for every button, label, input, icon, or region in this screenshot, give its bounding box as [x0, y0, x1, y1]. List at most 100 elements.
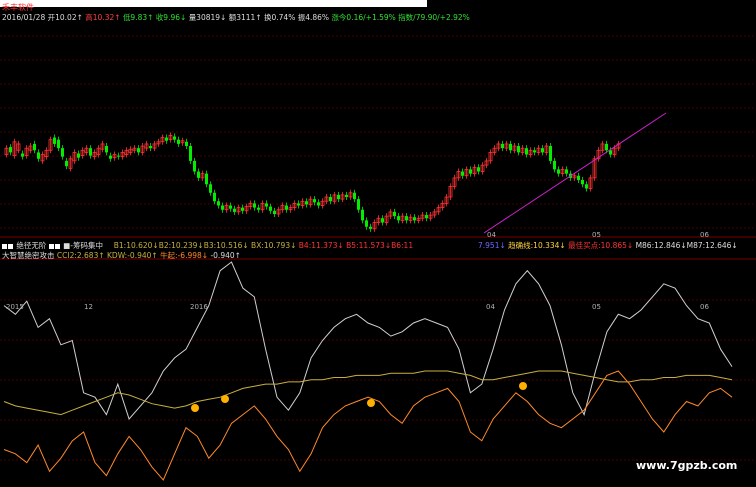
candle-down	[117, 155, 120, 157]
cci-strip: 大智慧绝密攻击 CCI2:2.683↑ KDW:-0.940↑ 牛起:-6.99…	[2, 250, 756, 261]
candle-down	[313, 199, 316, 203]
signal-dot-icon	[519, 382, 527, 390]
candle-down	[565, 169, 568, 174]
candle-down	[33, 143, 36, 151]
candle-down	[217, 201, 220, 206]
candle-down	[581, 180, 584, 185]
candle-down	[137, 148, 140, 153]
candle-down	[229, 205, 232, 209]
watermark: www.7gpzb.com	[636, 459, 738, 472]
indicator-line	[3, 261, 733, 420]
candle-down	[345, 194, 348, 198]
support-trendline	[483, 112, 667, 234]
lower-tick-2015: 2015	[6, 303, 24, 311]
candle-down	[253, 203, 256, 208]
upper-tick-04: 04	[487, 231, 496, 239]
cci-values-tail: -0.940↑	[210, 251, 241, 260]
candle-down	[477, 167, 480, 172]
candle-down	[205, 173, 208, 185]
candle-down	[21, 153, 24, 157]
candle-down	[273, 210, 276, 214]
lower-tick-06: 06	[700, 303, 709, 311]
indicator-values: B1:10.620↓B2:10.239↓B3:10.516↓ BX:10.793…	[113, 241, 297, 250]
candle-down	[109, 155, 112, 159]
candle-down	[233, 208, 236, 212]
lower-tick-05: 05	[592, 303, 601, 311]
candle-down	[285, 205, 288, 210]
candle-down	[165, 137, 168, 141]
candle-down	[197, 171, 200, 178]
candle-series	[4, 132, 621, 232]
candle-down	[185, 141, 188, 147]
candle-down	[361, 209, 364, 221]
legend-square-icon	[48, 243, 54, 249]
upper-tick-06: 06	[700, 231, 709, 239]
cci-values-orange: 牛起:-6.998↓	[160, 251, 209, 260]
candle-down	[369, 226, 372, 229]
indicator-right-prefix: 7.951↓	[478, 241, 506, 250]
indicator-line	[3, 370, 733, 416]
lower-tick-2016: 2016	[190, 303, 208, 311]
candle-down	[413, 217, 416, 221]
candle-down	[77, 153, 80, 158]
candle-down	[193, 160, 196, 172]
indicator-lines	[3, 261, 733, 481]
candle-down	[469, 169, 472, 174]
candle-down	[209, 184, 212, 193]
indicator-right-tail: M86:12.846↓M87:12.646↓	[635, 241, 738, 250]
candle-down	[553, 160, 556, 170]
candle-down	[517, 146, 520, 153]
candle-down	[221, 205, 224, 210]
candle-down	[393, 211, 396, 217]
candle-down	[213, 192, 216, 202]
candle-down	[549, 146, 552, 161]
cci-title: 大智慧绝密攻击	[2, 251, 55, 260]
candle-down	[9, 147, 12, 153]
candle-down	[189, 146, 192, 161]
candle-down	[461, 171, 464, 176]
candle-down	[269, 206, 272, 211]
candle-down	[577, 175, 580, 181]
candle-down	[257, 207, 260, 210]
candle-down	[265, 203, 268, 207]
candle-down	[53, 137, 56, 144]
candle-down	[317, 202, 320, 206]
candle-down	[173, 136, 176, 140]
candle-down	[557, 169, 560, 174]
candle-down	[241, 207, 244, 211]
candle-down	[585, 184, 588, 189]
candle-down	[405, 216, 408, 221]
candle-down	[337, 194, 340, 200]
candle-down	[57, 139, 60, 149]
indicator-right-red: 最佳买点:10.865↓	[568, 241, 634, 250]
indicator-label-b: ■-筹码集中	[63, 241, 103, 250]
signal-dot-icon	[191, 404, 199, 412]
candle-down	[297, 203, 300, 206]
indicator-right-label: 趋确线:10.334↓	[508, 241, 566, 250]
candle-down	[149, 146, 152, 149]
candle-down	[329, 197, 332, 202]
legend-square-icon	[54, 243, 60, 249]
candle-down	[65, 160, 68, 167]
candle-down	[541, 148, 544, 153]
candle-down	[525, 148, 528, 155]
candle-down	[605, 143, 608, 151]
candle-down	[501, 143, 504, 149]
signal-dot-icon	[221, 395, 229, 403]
signal-dot-icon	[367, 399, 375, 407]
upper-tick-05: 05	[592, 231, 601, 239]
lower-tick-12: 12	[84, 303, 93, 311]
indicator-line	[3, 370, 733, 481]
candle-down	[357, 199, 360, 210]
candle-down	[533, 150, 536, 153]
candle-down	[397, 216, 400, 221]
candle-down	[305, 201, 308, 205]
legend-square-icon	[8, 243, 13, 249]
candle-down	[177, 139, 180, 144]
candle-down	[509, 143, 512, 151]
candle-down	[381, 218, 384, 223]
candle-down	[61, 148, 64, 157]
candle-down	[609, 150, 612, 155]
legend-square-icon	[2, 243, 7, 249]
indicator-values-red: B4:11.373↓ B5:11.573↓B6:11	[298, 241, 414, 250]
